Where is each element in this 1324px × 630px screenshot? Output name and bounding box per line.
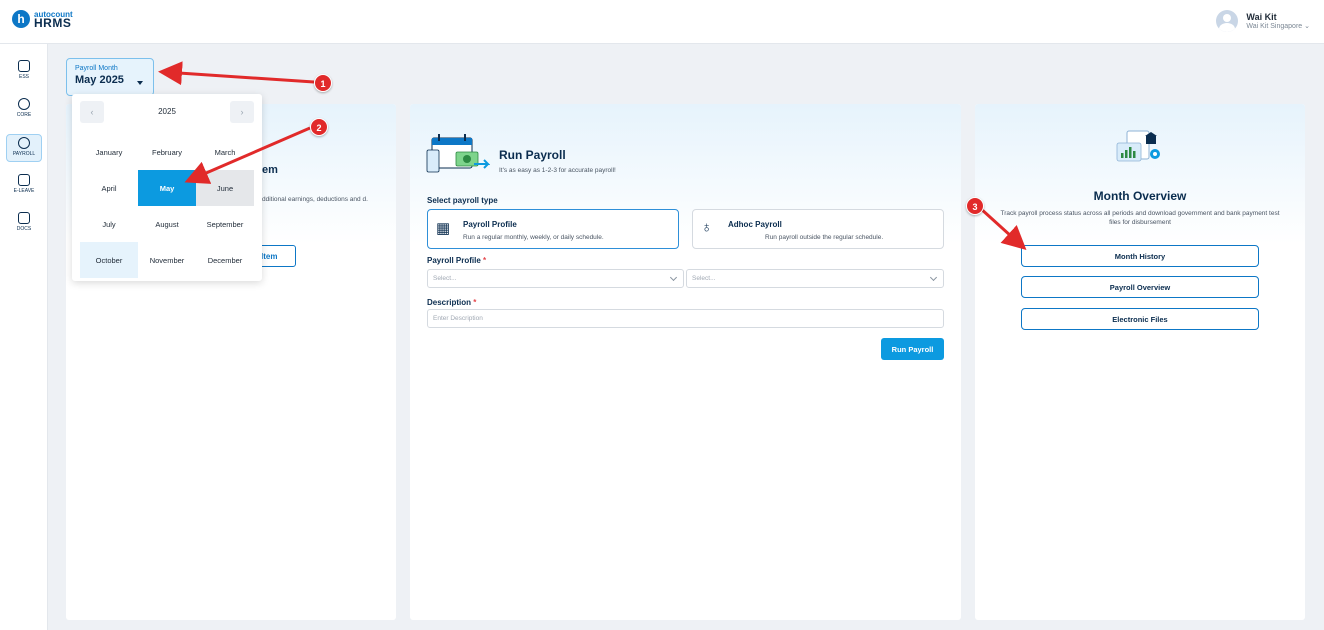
run-payroll-button[interactable]: Run Payroll xyxy=(881,338,944,360)
core-icon xyxy=(18,98,30,110)
user-name: Wai Kit xyxy=(1246,12,1277,22)
month-june[interactable]: June xyxy=(196,170,254,206)
docs-icon xyxy=(18,212,30,224)
payroll-month-value: May 2025 xyxy=(75,74,124,86)
run-payroll-illustration xyxy=(426,134,490,173)
description-field-label: Description * xyxy=(427,298,476,307)
chevron-down-icon xyxy=(669,273,678,282)
month-january[interactable]: January xyxy=(80,134,138,170)
calendar-icon xyxy=(18,174,30,186)
month-september[interactable]: September xyxy=(196,206,254,242)
ess-icon xyxy=(18,60,30,72)
sidebar-item-ess[interactable]: ESS xyxy=(6,58,42,86)
run-payroll-subtitle: It's as easy as 1-2-3 for accurate payro… xyxy=(499,167,616,174)
adhoc-payroll-option[interactable]: ♁ Adhoc Payroll Run payroll outside the … xyxy=(692,209,944,249)
month-grid: January February March April May June Ju… xyxy=(80,134,254,278)
sidebar-item-core[interactable]: CORE xyxy=(6,96,42,124)
chevron-down-icon xyxy=(929,273,938,282)
month-overview-title: Month Overview xyxy=(1093,189,1187,203)
electronic-files-button[interactable]: Electronic Files xyxy=(1021,308,1259,330)
user-company-label: Wai Kit Singapore xyxy=(1246,23,1303,30)
sidebar-item-payroll[interactable]: PAYROLL xyxy=(6,134,42,162)
next-year-button[interactable]: › xyxy=(230,101,254,123)
payroll-profile-field-text: Payroll Profile xyxy=(427,256,481,265)
payroll-profile-select[interactable]: Select... xyxy=(427,269,684,288)
sidebar-item-label: CORE xyxy=(16,112,32,118)
money-bag-icon: ♁ xyxy=(701,219,713,236)
payroll-month-label: Payroll Month xyxy=(75,65,118,72)
description-field-text: Description xyxy=(427,298,472,307)
logo-mark: h xyxy=(12,10,30,28)
step-badge-3: 3 xyxy=(966,197,984,215)
calendar-icon: ▦ xyxy=(436,220,451,237)
run-payroll-card xyxy=(410,104,961,620)
payroll-icon xyxy=(18,137,30,149)
caret-down-icon xyxy=(137,81,143,85)
sidebar-item-docs[interactable]: DOCS xyxy=(6,210,42,238)
payroll-profile-option[interactable]: ▦ Payroll Profile Run a regular monthly,… xyxy=(427,209,679,249)
top-bar: h autocount HRMS Wai Kit Wai Kit Singapo… xyxy=(0,0,1324,44)
payroll-profile-select-value: Select... xyxy=(433,275,457,282)
run-payroll-title: Run Payroll xyxy=(499,148,566,162)
user-company[interactable]: Wai Kit Singapore ⌄ xyxy=(1246,22,1310,30)
sidebar-item-label: E-LEAVE xyxy=(13,188,35,194)
adhoc-payroll-option-title: Adhoc Payroll xyxy=(728,220,782,229)
required-mark: * xyxy=(483,256,487,265)
payroll-profile-option-desc: Run a regular monthly, weekly, or daily … xyxy=(463,234,604,241)
sidebar: ESS CORE PAYROLL E-LEAVE DOCS xyxy=(0,44,48,630)
user-menu[interactable]: Wai Kit Wai Kit Singapore ⌄ xyxy=(1216,10,1310,32)
month-history-button[interactable]: Month History xyxy=(1021,245,1259,267)
month-october[interactable]: October xyxy=(80,242,138,278)
step-badge-2: 2 xyxy=(310,118,328,136)
avatar[interactable] xyxy=(1216,10,1239,32)
annotation-arrow-1 xyxy=(158,61,315,86)
sidebar-item-label: PAYROLL xyxy=(12,151,36,157)
sidebar-item-label: DOCS xyxy=(16,226,32,232)
payroll-profile-field-label: Payroll Profile * xyxy=(427,256,486,265)
month-may[interactable]: May xyxy=(138,170,196,206)
payroll-item-title: em xyxy=(262,164,278,176)
adhoc-payroll-option-desc: Run payroll outside the regular schedule… xyxy=(765,234,884,241)
month-overview-illustration xyxy=(1116,130,1160,162)
month-picker: ‹ 2025 › January February March April Ma… xyxy=(72,94,262,281)
month-march[interactable]: March xyxy=(196,134,254,170)
step-badge-1: 1 xyxy=(314,74,332,92)
sidebar-item-label: ESS xyxy=(18,74,29,80)
payroll-period-select[interactable]: Select... xyxy=(686,269,944,288)
month-overview-desc: Track payroll process status across all … xyxy=(1000,210,1280,226)
logo-text: autocount HRMS xyxy=(34,10,73,30)
sidebar-item-eleave[interactable]: E-LEAVE xyxy=(6,172,42,200)
description-input[interactable] xyxy=(427,309,944,328)
month-december[interactable]: December xyxy=(196,242,254,278)
payroll-overview-button[interactable]: Payroll Overview xyxy=(1021,276,1259,298)
month-august[interactable]: August xyxy=(138,206,196,242)
month-july[interactable]: July xyxy=(80,206,138,242)
month-overview-card xyxy=(975,104,1305,620)
payroll-type-label: Select payroll type xyxy=(427,196,498,205)
app-logo[interactable]: h autocount HRMS xyxy=(12,10,73,30)
month-april[interactable]: April xyxy=(80,170,138,206)
payroll-period-select-value: Select... xyxy=(692,275,716,282)
payroll-item-desc: dditional earnings, deductions and d. xyxy=(262,196,368,203)
payroll-month-dropdown[interactable]: Payroll Month May 2025 xyxy=(66,58,154,96)
payroll-profile-option-title: Payroll Profile xyxy=(463,220,517,229)
month-february[interactable]: February xyxy=(138,134,196,170)
month-november[interactable]: November xyxy=(138,242,196,278)
required-mark: * xyxy=(473,298,477,307)
logo-product: HRMS xyxy=(34,16,72,30)
